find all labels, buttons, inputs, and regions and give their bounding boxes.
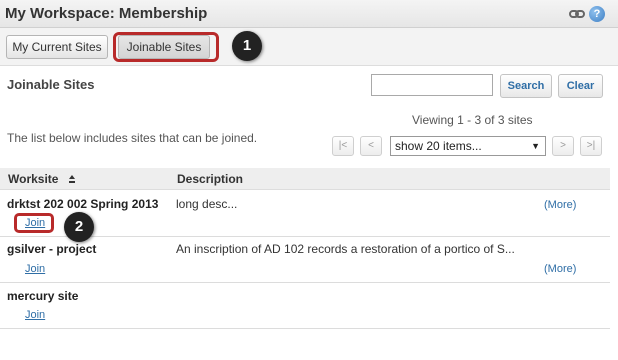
page-title: My Workspace: Membership: [5, 5, 208, 22]
column-header-description: Description: [177, 172, 244, 186]
callout-highlight-join: [14, 213, 54, 233]
site-name: gsilver - project: [7, 242, 97, 256]
more-link[interactable]: (More): [544, 263, 576, 275]
link-icon[interactable]: [569, 7, 585, 21]
page-size-select[interactable]: show 20 items... ▼: [390, 136, 546, 156]
site-description: long desc...: [176, 197, 238, 211]
last-page-button[interactable]: >|: [580, 136, 602, 156]
callout-badge-1: 1: [232, 31, 262, 61]
table-header: Worksite Description: [0, 168, 610, 190]
search-input[interactable]: [371, 74, 493, 96]
table-row: gsilver - project An inscription of AD 1…: [0, 237, 610, 283]
join-link[interactable]: Join: [25, 309, 45, 321]
clear-button[interactable]: Clear: [558, 74, 603, 98]
list-intro-text: The list below includes sites that can b…: [7, 131, 258, 145]
tab-bar: My Current Sites Joinable Sites: [0, 28, 618, 66]
column-header-worksite[interactable]: Worksite: [8, 172, 58, 186]
search-button[interactable]: Search: [500, 74, 552, 98]
sort-ascending-icon[interactable]: [68, 173, 76, 183]
next-page-button[interactable]: >: [552, 136, 574, 156]
table-row: mercury site Join: [0, 283, 610, 329]
viewing-count: Viewing 1 - 3 of 3 sites: [412, 113, 533, 127]
page-size-value: show 20 items...: [395, 139, 482, 153]
callout-highlight-joinable-tab: [113, 32, 219, 62]
site-name: mercury site: [7, 289, 79, 303]
section-heading: Joinable Sites: [7, 77, 95, 92]
title-bar: My Workspace: Membership ?: [0, 0, 618, 28]
site-name: drktst 202 002 Spring 2013: [7, 197, 159, 211]
tab-my-current-sites[interactable]: My Current Sites: [6, 35, 108, 59]
join-link[interactable]: Join: [25, 263, 45, 275]
help-icon[interactable]: ?: [589, 6, 605, 22]
first-page-button[interactable]: |<: [332, 136, 354, 156]
more-link[interactable]: (More): [544, 199, 576, 211]
chevron-down-icon: ▼: [531, 141, 540, 151]
previous-page-button[interactable]: <: [360, 136, 382, 156]
site-description: An inscription of AD 102 records a resto…: [176, 242, 515, 256]
